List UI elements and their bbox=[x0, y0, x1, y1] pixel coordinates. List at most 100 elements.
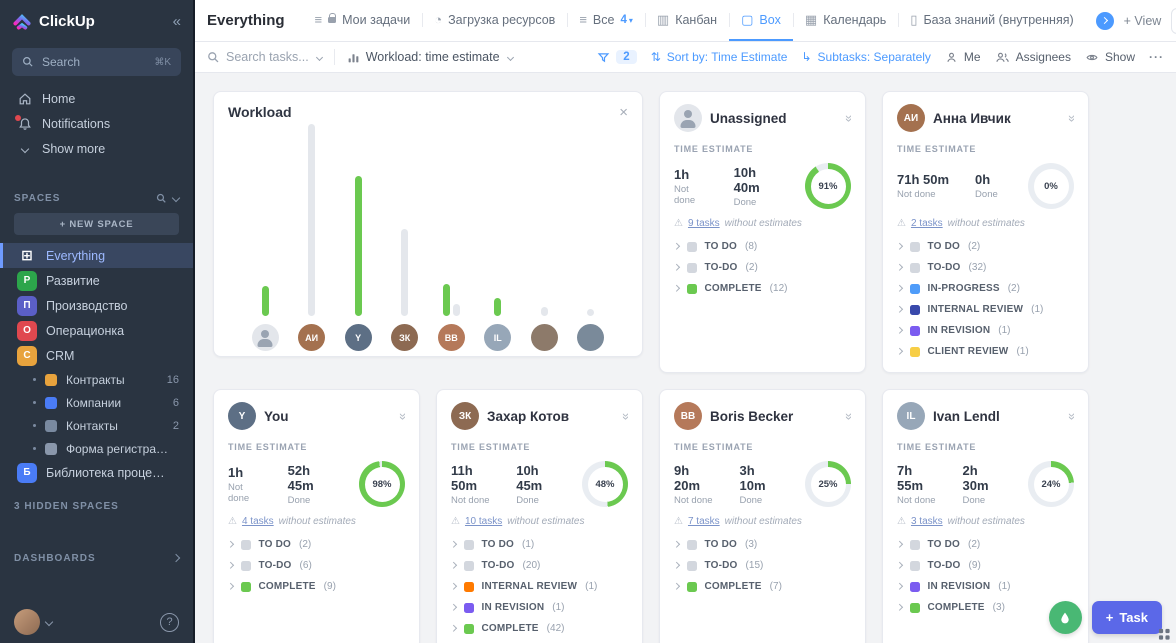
status-group-row[interactable]: INTERNAL REVIEW (1) bbox=[897, 299, 1074, 320]
status-group-row[interactable]: TO-DO (9) bbox=[897, 555, 1074, 576]
status-group-row[interactable]: COMPLETE (42) bbox=[451, 618, 628, 639]
status-group-row[interactable]: TO-DO (15) bbox=[674, 555, 851, 576]
add-view-button[interactable]: + View bbox=[1124, 14, 1162, 28]
status-group-row[interactable]: TO-DO (2) bbox=[674, 257, 851, 278]
add-task-button[interactable]: + Task bbox=[1092, 601, 1162, 634]
status-group-row[interactable]: TO-DO (6) bbox=[228, 555, 405, 576]
view-tab[interactable]: ▦ Календарь bbox=[793, 0, 898, 41]
view-tab[interactable]: ◔ Загрузка ресурсов bbox=[422, 0, 567, 41]
status-group-row[interactable]: TO-DO (32) bbox=[897, 257, 1074, 278]
tasks-without-estimates-link[interactable]: 2 tasks bbox=[911, 218, 943, 229]
status-group-row[interactable]: COMPLETE (7) bbox=[674, 576, 851, 597]
status-group-row[interactable]: TO DO (3) bbox=[674, 534, 851, 555]
chevron-right-icon bbox=[673, 243, 679, 249]
filters-button[interactable]: 2 bbox=[597, 50, 636, 64]
status-group-row[interactable]: TO DO (2) bbox=[897, 534, 1074, 555]
member-avatar[interactable] bbox=[252, 324, 279, 351]
workload-column[interactable] bbox=[577, 309, 604, 351]
sidebar-item-home[interactable]: Home bbox=[0, 86, 193, 111]
collapse-double-chevron-icon[interactable]: « bbox=[1063, 412, 1078, 419]
workload-column[interactable]: BB bbox=[438, 284, 465, 351]
workload-column[interactable]: АИ bbox=[298, 124, 325, 351]
status-group-row[interactable]: TO DO (2) bbox=[228, 534, 405, 555]
sidebar-search[interactable]: Search ⌘K bbox=[12, 48, 181, 76]
sidebar-collapse-icon[interactable]: « bbox=[173, 13, 181, 30]
assignees-button[interactable]: Assignees bbox=[995, 50, 1071, 64]
help-button[interactable]: ? bbox=[160, 613, 179, 632]
user-avatar[interactable] bbox=[14, 609, 40, 635]
show-button[interactable]: Show bbox=[1085, 50, 1135, 64]
sidebar-space-item[interactable]: П Производство bbox=[0, 293, 193, 318]
sidebar-space-item[interactable]: ⊞ Everything bbox=[0, 243, 193, 268]
tasks-without-estimates-link[interactable]: 3 tasks bbox=[911, 516, 943, 527]
tasks-without-estimates-link[interactable]: 4 tasks bbox=[242, 516, 274, 527]
search-tasks[interactable]: Search tasks... bbox=[207, 50, 322, 64]
member-avatar[interactable] bbox=[531, 324, 558, 351]
status-group-row[interactable]: INTERNAL REVIEW (1) bbox=[451, 576, 628, 597]
quick-action-button[interactable] bbox=[1049, 601, 1082, 634]
status-group-row[interactable]: COMPLETE (3) bbox=[897, 597, 1074, 618]
view-tab[interactable]: ▥ Канбан bbox=[645, 0, 729, 41]
workload-column[interactable]: Y bbox=[345, 176, 372, 351]
close-icon[interactable]: × bbox=[619, 105, 628, 120]
tasks-without-estimates-link[interactable]: 7 tasks bbox=[688, 516, 720, 527]
status-group-row[interactable]: TO-DO (20) bbox=[451, 555, 628, 576]
hidden-spaces-label[interactable]: 3 HIDDEN SPACES bbox=[0, 495, 193, 517]
member-avatar[interactable]: IL bbox=[484, 324, 511, 351]
collapse-double-chevron-icon[interactable]: « bbox=[1063, 114, 1078, 121]
collapse-double-chevron-icon[interactable]: « bbox=[840, 114, 855, 121]
apps-grid-icon[interactable] bbox=[1158, 628, 1171, 641]
workload-mode-select[interactable]: Workload: time estimate bbox=[347, 50, 513, 64]
status-group-row[interactable]: IN REVISION (1) bbox=[451, 597, 628, 618]
status-group-row[interactable]: IN REVISION (1) bbox=[897, 320, 1074, 341]
sidebar-list-item[interactable]: Контракты 16 bbox=[0, 368, 193, 391]
collapse-double-chevron-icon[interactable]: « bbox=[840, 412, 855, 419]
view-tab[interactable]: ▯ База знаний (внутренняя) bbox=[898, 0, 1085, 41]
member-avatar[interactable]: АИ bbox=[298, 324, 325, 351]
view-tab[interactable]: ≡ Все 4 bbox=[567, 0, 645, 41]
chevron-down-icon[interactable] bbox=[45, 618, 53, 626]
tabs-scroll-button[interactable] bbox=[1096, 12, 1114, 30]
spaces-search-icon[interactable] bbox=[156, 193, 167, 204]
member-avatar[interactable] bbox=[577, 324, 604, 351]
sidebar-item-show-more[interactable]: Show more bbox=[0, 136, 193, 161]
workload-column[interactable] bbox=[252, 286, 279, 351]
status-group-row[interactable]: TO DO (8) bbox=[674, 236, 851, 257]
dashboards-section-header[interactable]: DASHBOARDS bbox=[0, 547, 193, 569]
status-group-row[interactable]: CLIENT REVIEW (1) bbox=[897, 341, 1074, 362]
tasks-without-estimates-link[interactable]: 9 tasks bbox=[688, 218, 720, 229]
sidebar-list-item[interactable]: Форма регистрации bbox=[0, 437, 193, 460]
collapse-double-chevron-icon[interactable]: « bbox=[617, 412, 632, 419]
sidebar-item-notifications[interactable]: Notifications bbox=[0, 111, 193, 136]
status-group-row[interactable]: COMPLETE (9) bbox=[228, 576, 405, 597]
view-tab[interactable]: ▢ Box bbox=[729, 0, 793, 41]
collapse-double-chevron-icon[interactable]: « bbox=[394, 412, 409, 419]
sidebar-list-item[interactable]: Компании 6 bbox=[0, 391, 193, 414]
sidebar-space-item[interactable]: C CRM bbox=[0, 343, 193, 368]
sidebar-space-item[interactable]: Р Развитие bbox=[0, 268, 193, 293]
member-avatar[interactable]: ЗК bbox=[391, 324, 418, 351]
status-group-row[interactable]: TO DO (1) bbox=[451, 534, 628, 555]
view-tab[interactable]: ≡ Мои задачи bbox=[303, 0, 423, 41]
tasks-without-estimates-link[interactable]: 10 tasks bbox=[465, 516, 502, 527]
sidebar-space-item[interactable]: О Операционка bbox=[0, 318, 193, 343]
subtasks-button[interactable]: ↳ Subtasks: Separately bbox=[801, 50, 930, 64]
sidebar-list-item[interactable]: Контакты 2 bbox=[0, 414, 193, 437]
status-group-row[interactable]: IN-PROGRESS (2) bbox=[897, 278, 1074, 299]
warning-text: without estimates bbox=[507, 516, 584, 527]
me-filter-button[interactable]: Me bbox=[945, 50, 981, 64]
new-space-button[interactable]: + NEW SPACE bbox=[14, 213, 179, 235]
sidebar-space-item[interactable]: Б Библиотека процессов bbox=[0, 460, 193, 485]
status-group-row[interactable]: IN REVISION (1) bbox=[897, 576, 1074, 597]
member-avatar[interactable]: Y bbox=[345, 324, 372, 351]
workload-column[interactable] bbox=[531, 307, 558, 351]
sort-button[interactable]: ⇅ Sort by: Time Estimate bbox=[651, 50, 788, 64]
status-group-row[interactable]: COMPLETE (12) bbox=[674, 278, 851, 299]
workload-column[interactable]: ЗК bbox=[391, 229, 418, 351]
more-options-icon[interactable]: ··· bbox=[1149, 50, 1164, 64]
spaces-chevron-icon[interactable] bbox=[172, 194, 180, 202]
share-button[interactable]: Share bbox=[1171, 8, 1176, 34]
workload-column[interactable]: IL bbox=[484, 298, 511, 351]
status-group-row[interactable]: TO DO (2) bbox=[897, 236, 1074, 257]
member-avatar[interactable]: BB bbox=[438, 324, 465, 351]
